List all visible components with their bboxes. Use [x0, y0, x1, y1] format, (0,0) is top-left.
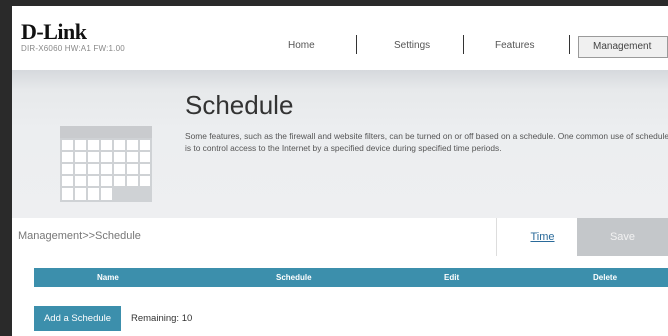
nav-management[interactable]: Management [578, 36, 668, 58]
schedule-table-header: Name Schedule Edit Delete [34, 268, 668, 287]
model-info: DIR-X6060 HW:A1 FW:1.00 [21, 44, 125, 53]
nav-divider [356, 35, 357, 54]
add-schedule-button[interactable]: Add a Schedule [34, 306, 121, 331]
remaining-count: Remaining: 10 [131, 313, 193, 324]
nav-features[interactable]: Features [495, 36, 534, 56]
nav-divider [569, 35, 570, 54]
dlink-logo: D-Link [21, 19, 87, 44]
router-admin-page: D-Link DIR-X6060 HW:A1 FW:1.00 Home Sett… [12, 6, 668, 336]
column-header-name: Name [97, 273, 119, 282]
calendar-icon [60, 126, 152, 202]
breadcrumb: Management>>Schedule [18, 230, 141, 242]
breadcrumb-bar: Management>>Schedule Time Save [12, 218, 668, 256]
nav-divider [463, 35, 464, 54]
time-tab[interactable]: Time [496, 218, 588, 256]
column-header-delete: Delete [593, 273, 618, 282]
nav-home[interactable]: Home [288, 36, 315, 56]
save-button[interactable]: Save [577, 218, 668, 256]
column-header-edit: Edit [444, 273, 460, 282]
page-title: Schedule [185, 90, 294, 120]
page-banner: Schedule Some features, such as the fire… [12, 70, 668, 218]
nav-settings[interactable]: Settings [394, 36, 430, 56]
page-description: Some features, such as the firewall and … [185, 131, 668, 153]
top-header: D-Link DIR-X6060 HW:A1 FW:1.00 Home Sett… [12, 6, 668, 70]
time-link[interactable]: Time [530, 231, 554, 243]
column-header-schedule: Schedule [276, 273, 312, 282]
